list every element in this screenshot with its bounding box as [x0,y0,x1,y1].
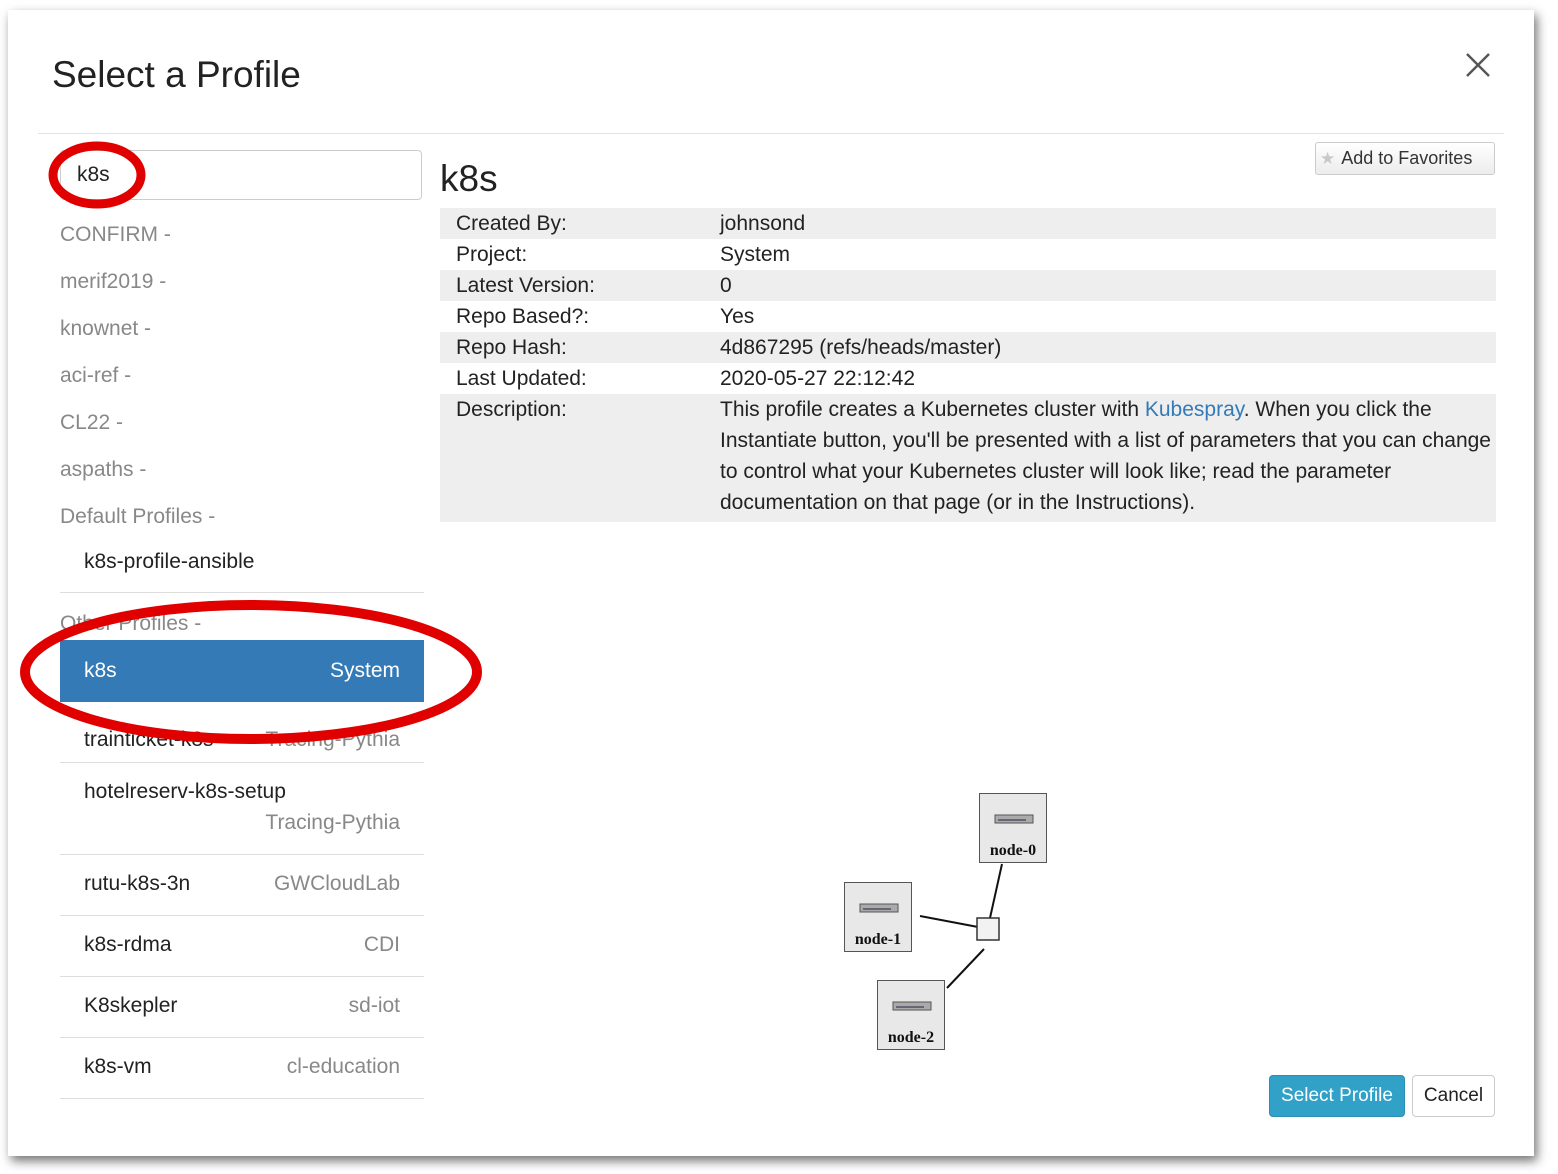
group-header[interactable]: aci-ref - [60,364,131,388]
info-key: Description: [440,394,704,522]
info-value: johnsond [720,212,806,235]
close-icon[interactable] [1463,50,1493,80]
info-row: Repo Hash: 4d867295 (refs/heads/master) [440,332,1496,363]
info-key: Last Updated: [456,367,587,390]
profile-project: System [329,659,400,682]
node-1[interactable]: node-1 [844,882,912,952]
profile-project: Tracing-Pythia [265,728,400,751]
server-icon [892,1001,932,1011]
profile-project: CDI [363,933,400,956]
node-0[interactable]: node-0 [979,793,1047,863]
info-row: Last Updated: 2020-05-27 22:12:42 [440,363,1496,394]
info-row: Latest Version: 0 [440,270,1496,301]
profile-title: k8s [440,158,498,199]
add-to-favorites-label: Add to Favorites [1341,148,1473,168]
profile-info-table: Created By: johnsond Project: System Lates… [440,208,1496,522]
profile-search-input[interactable] [60,150,422,200]
info-row: Created By: johnsond [440,208,1496,239]
lan-switch [976,917,1000,941]
profile-project: GWCloudLab [273,872,400,895]
header-divider [38,133,1504,134]
info-key: Project: [456,243,528,266]
group-header[interactable]: CL22 - [60,411,123,435]
profile-name: k8s-rdma [84,933,172,956]
profile-list-item[interactable]: trainticket-k8s Tracing-Pythia [60,702,424,763]
select-profile-dialog: Select a Profile CONFIRM - merif2019 - k… [8,10,1534,1156]
description-before: This profile creates a Kubernetes cluste… [720,398,1145,421]
profile-list-item[interactable]: k8s-rdma CDI [60,916,424,977]
profile-name: trainticket-k8s [84,728,214,751]
profile-project: Tracing-Pythia [265,811,400,834]
group-header-other-profiles[interactable]: Other Profiles - [60,612,201,636]
profile-list-item[interactable]: k8s-profile-ansible [60,540,424,593]
profile-project: sd-iot [348,994,400,1017]
info-key: Latest Version: [456,274,595,297]
profile-name: hotelreserv-k8s-setup [84,780,286,803]
profile-list-item[interactable]: k8s-vm cl-education [60,1038,424,1099]
profile-name: rutu-k8s-3n [84,872,191,895]
info-value: 4d867295 (refs/heads/master) [720,336,1002,359]
profile-name: k8s-profile-ansible [84,550,255,573]
info-row-description: Description: This profile creates a Kube… [440,394,1496,522]
info-key: Created By: [456,212,567,235]
info-value: 2020-05-27 22:12:42 [720,367,915,390]
server-icon [994,814,1034,824]
topology-diagram: node-0 node-1 node-2 [838,790,1068,1070]
info-value: 0 [720,274,732,297]
group-header-default-profiles[interactable]: Default Profiles - [60,505,215,529]
dialog-title: Select a Profile [52,54,301,95]
group-header[interactable]: knownet - [60,317,151,341]
server-icon [859,903,899,913]
add-to-favorites-button[interactable]: ★ Add to Favorites [1315,142,1495,175]
node-2[interactable]: node-2 [877,980,945,1050]
group-header[interactable]: merif2019 - [60,270,166,294]
info-row: Repo Based?: Yes [440,301,1496,332]
cancel-button[interactable]: Cancel [1412,1075,1495,1117]
star-icon: ★ [1320,148,1336,168]
info-key: Repo Based?: [456,305,590,328]
profile-list-item[interactable]: rutu-k8s-3n GWCloudLab [60,855,424,916]
info-key: Repo Hash: [456,336,567,359]
group-header[interactable]: CONFIRM - [60,223,171,247]
info-value: Yes [720,305,755,328]
kubespray-link[interactable]: Kubespray [1145,398,1244,421]
profile-name: k8s-vm [84,1055,152,1078]
profile-list-item[interactable]: K8skepler sd-iot [60,977,424,1038]
profile-list-item-selected[interactable]: k8s System [60,640,424,702]
description-text: This profile creates a Kubernetes cluste… [704,394,1496,522]
info-value: System [720,243,791,266]
info-row: Project: System [440,239,1496,270]
profile-name: k8s [84,659,117,682]
profile-name: K8skepler [84,994,178,1017]
profile-list-item[interactable]: hotelreserv-k8s-setup Tracing-Pythia [60,763,424,855]
select-profile-button[interactable]: Select Profile [1269,1075,1405,1117]
group-header[interactable]: aspaths - [60,458,146,482]
profile-project: cl-education [286,1055,400,1078]
